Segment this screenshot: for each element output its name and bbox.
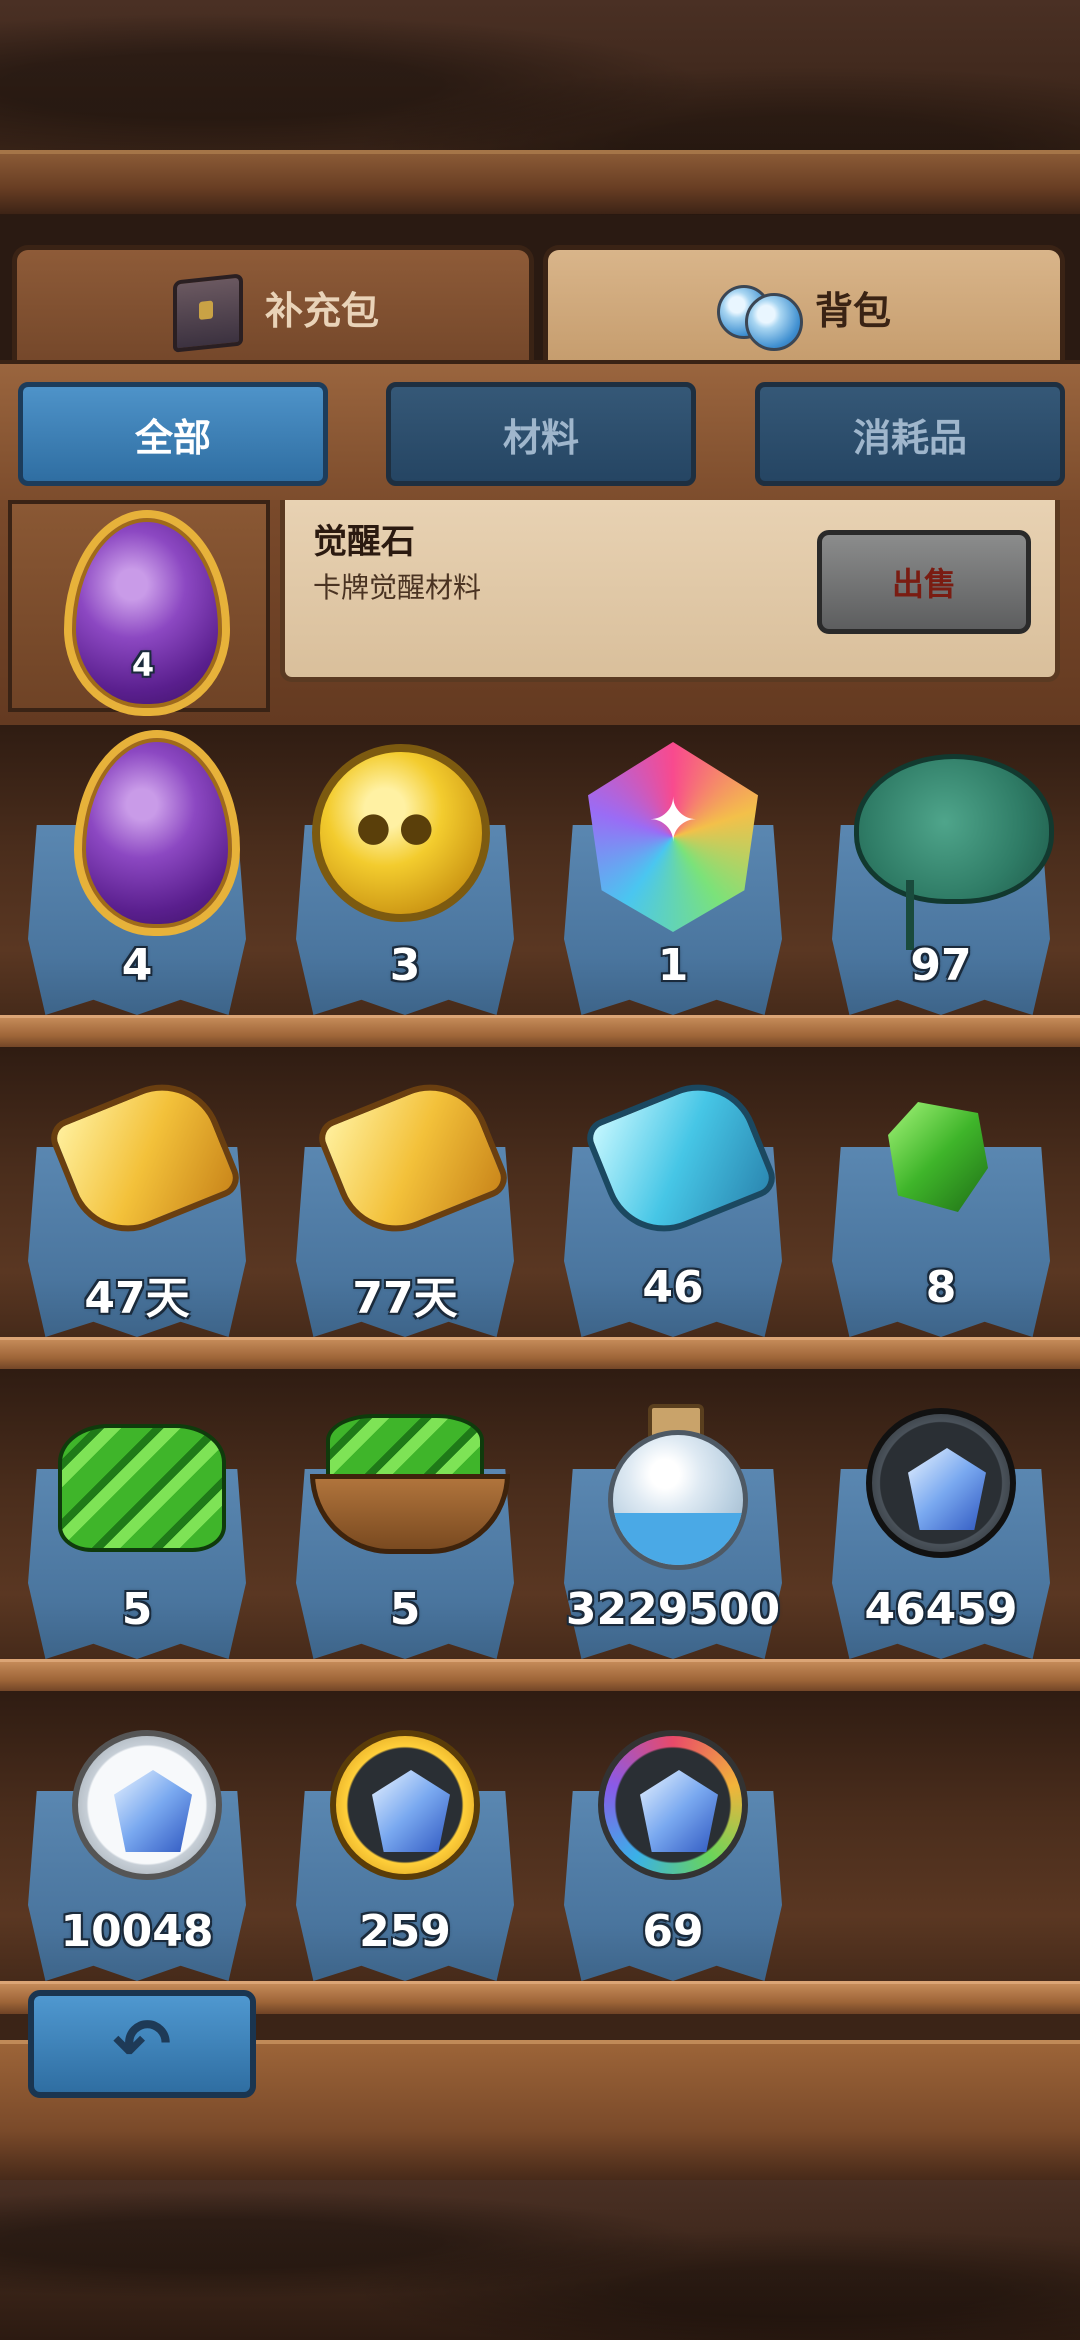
inventory-slot[interactable]: 4	[24, 730, 250, 1060]
filter-materials-button[interactable]: 材料	[386, 382, 696, 486]
inventory-slot[interactable]: 5	[24, 1374, 250, 1704]
inventory-slot[interactable]: ✦ 1	[560, 730, 786, 1060]
inventory-slot[interactable]: 69	[560, 1696, 786, 2026]
item-count: 4	[121, 940, 153, 991]
item-count: 97	[910, 940, 972, 991]
inventory-slot[interactable]: 97	[828, 730, 1054, 1060]
back-arrow-icon: ↶	[112, 2003, 172, 2085]
tab-backpack[interactable]: 背包	[543, 245, 1065, 365]
item-count: 3229500	[565, 1584, 781, 1635]
inventory-slot[interactable]: 3229500	[560, 1374, 786, 1704]
green-crystal-pile-icon	[58, 1424, 226, 1552]
bottom-wood-frame	[0, 2180, 1080, 2340]
silver-gem-token-icon	[72, 1730, 222, 1880]
filter-consumables-button[interactable]: 消耗品	[755, 382, 1065, 486]
item-description: 卡牌觉醒材料	[313, 571, 482, 604]
awakening-stone-icon	[64, 510, 230, 716]
item-count: 46	[642, 1262, 704, 1313]
item-count: 3	[389, 940, 421, 991]
tab-label: 补充包	[264, 289, 379, 333]
item-count: 8	[925, 1262, 957, 1313]
inventory-slot[interactable]: 10048	[24, 1696, 250, 2026]
lotus-leaf-icon	[854, 754, 1054, 904]
sand-bottle-icon	[608, 1430, 748, 1570]
inventory-slot[interactable]: 47天	[24, 1052, 250, 1382]
awakening-stone-icon	[74, 730, 240, 936]
inventory-slot[interactable]: 77天	[292, 1052, 518, 1382]
filter-bar: 全部 材料 消耗品	[0, 360, 1080, 510]
gold-gem-token-icon	[330, 1730, 480, 1880]
owl-coin-icon	[312, 744, 490, 922]
filter-all-button[interactable]: 全部	[18, 382, 328, 486]
inventory-slot[interactable]: 8	[828, 1052, 1054, 1382]
item-count: 69	[642, 1906, 704, 1957]
dark-gem-token-icon	[866, 1408, 1016, 1558]
item-name: 觉醒石	[313, 522, 415, 562]
inventory-slot[interactable]: 259	[292, 1696, 518, 2026]
chest-icon	[167, 269, 243, 353]
sell-button[interactable]: 出售	[817, 530, 1031, 634]
inventory-slot[interactable]: 3	[292, 730, 518, 1060]
selected-item-count: 4	[131, 646, 155, 684]
top-ledge	[0, 150, 1080, 214]
item-count: 5	[389, 1584, 421, 1635]
star-icon: ✦	[648, 786, 699, 856]
item-count: 10048	[60, 1906, 214, 1957]
inventory-slot[interactable]: 46	[560, 1052, 786, 1382]
item-count: 46459	[864, 1584, 1018, 1635]
item-count: 47天	[84, 1273, 190, 1324]
potion-icon	[716, 269, 803, 351]
back-button[interactable]: ↶	[28, 1990, 256, 2098]
tab-label: 背包	[814, 289, 891, 333]
item-count: 259	[359, 1906, 451, 1957]
rainbow-gem-token-icon	[598, 1730, 748, 1880]
tab-supply-pack[interactable]: 补充包	[12, 245, 534, 365]
item-count: 5	[121, 1584, 153, 1635]
inventory-slot[interactable]: 46459	[828, 1374, 1054, 1704]
item-count: 1	[657, 940, 689, 991]
inventory-slot[interactable]: 5	[292, 1374, 518, 1704]
item-detail-card: 觉醒石 卡牌觉醒材料 出售	[280, 500, 1060, 682]
selected-item-icon-box: 4	[8, 500, 270, 716]
item-count: 77天	[352, 1273, 458, 1324]
item-detail-panel: 4 觉醒石 卡牌觉醒材料 出售	[0, 500, 1080, 725]
